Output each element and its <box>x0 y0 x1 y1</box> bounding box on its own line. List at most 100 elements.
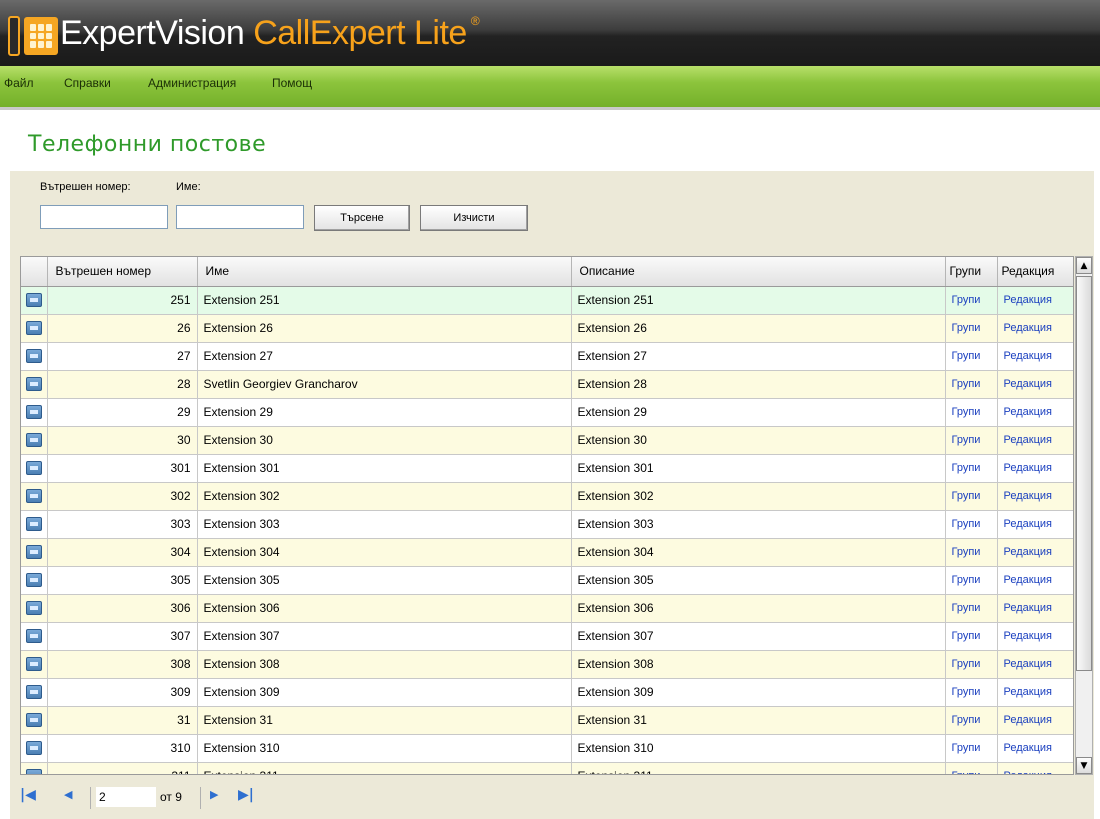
prev-page-icon[interactable]: ◀ <box>64 788 72 801</box>
groups-link[interactable]: Групи <box>945 314 998 343</box>
edit-link[interactable]: Редакция <box>997 426 1073 455</box>
cell-ext-number: 26 <box>47 314 198 343</box>
groups-link[interactable]: Групи <box>945 566 998 595</box>
cell-description: Extension 28 <box>571 370 946 399</box>
table-row[interactable]: 30 Extension 30 Extension 30 Групи Редакция <box>21 426 1073 455</box>
cell-description: Extension 307 <box>571 622 946 651</box>
row-phone-icon <box>21 314 48 343</box>
groups-link[interactable]: Групи <box>945 678 998 707</box>
groups-link[interactable]: Групи <box>945 342 998 371</box>
menu-administration[interactable]: Администрация <box>148 76 236 90</box>
row-phone-icon <box>21 678 48 707</box>
groups-link[interactable]: Групи <box>945 398 998 427</box>
scroll-thumb[interactable] <box>1076 276 1092 671</box>
clear-button[interactable]: Изчисти <box>420 205 528 231</box>
next-page-icon[interactable]: ▶ <box>210 788 218 801</box>
last-page-icon[interactable]: ▶| <box>238 787 254 803</box>
groups-link[interactable]: Групи <box>945 370 998 399</box>
edit-link[interactable]: Редакция <box>997 762 1073 774</box>
table-row[interactable]: 311Extension 311Extension 311ГрупиРедакц… <box>21 762 1073 774</box>
page-number-input[interactable] <box>96 787 156 807</box>
edit-link[interactable]: Редакция <box>997 286 1073 315</box>
groups-link[interactable]: Групи <box>945 762 998 774</box>
row-phone-icon <box>21 370 48 399</box>
edit-link[interactable]: Редакция <box>997 482 1073 511</box>
row-phone-icon <box>21 510 48 539</box>
col-groups[interactable]: Групи <box>945 257 998 287</box>
edit-link[interactable]: Редакция <box>997 454 1073 483</box>
table-row[interactable]: 306 Extension 306 Extension 306 Групи Редакц… <box>21 594 1073 623</box>
table-row[interactable]: 302 Extension 302 Extension 302 Групи Редакц… <box>21 482 1073 511</box>
cell-name: Extension 308 <box>197 650 572 679</box>
row-phone-icon <box>21 622 48 651</box>
name-input[interactable] <box>176 205 304 229</box>
edit-link[interactable]: Редакция <box>997 678 1073 707</box>
edit-link[interactable]: Редакция <box>997 566 1073 595</box>
table-row[interactable]: 251 Extension 251 Extension 251 Групи Редакц… <box>21 286 1073 315</box>
col-description[interactable]: Описание <box>571 257 946 287</box>
groups-link[interactable]: Групи <box>945 734 998 763</box>
table-row[interactable]: 29 Extension 29 Extension 29 Групи Редакция <box>21 398 1073 427</box>
groups-link[interactable]: Групи <box>945 650 998 679</box>
groups-link[interactable]: Групи <box>945 622 998 651</box>
cell-name: Extension 304 <box>197 538 572 567</box>
col-edit[interactable]: Редакция <box>997 257 1073 287</box>
edit-link[interactable]: Редакция <box>997 510 1073 539</box>
edit-link[interactable]: Редакция <box>997 734 1073 763</box>
cell-description: Extension 29 <box>571 398 946 427</box>
edit-link[interactable]: Редакция <box>997 314 1073 343</box>
groups-link[interactable]: Групи <box>945 482 998 511</box>
phone-icon <box>25 741 42 756</box>
edit-link[interactable]: Редакция <box>997 538 1073 567</box>
edit-link[interactable]: Редакция <box>997 594 1073 623</box>
first-page-icon[interactable]: |◀ <box>20 787 36 803</box>
table-row[interactable]: 304 Extension 304 Extension 304 Групи Редакц… <box>21 538 1073 567</box>
edit-link[interactable]: Редакция <box>997 706 1073 735</box>
row-phone-icon <box>21 482 48 511</box>
table-row[interactable]: 308 Extension 308 Extension 308 Групи Редакц… <box>21 650 1073 679</box>
edit-link[interactable]: Редакция <box>997 622 1073 651</box>
table-row[interactable]: 307 Extension 307 Extension 307 Групи Редакц… <box>21 622 1073 651</box>
table-row[interactable]: 310 Extension 310 Extension 310 Групи Редакц… <box>21 734 1073 763</box>
table-row[interactable]: 26 Extension 26 Extension 26 Групи Редакция <box>21 314 1073 343</box>
edit-link[interactable]: Редакция <box>997 398 1073 427</box>
cell-ext-number: 301 <box>47 454 198 483</box>
groups-link[interactable]: Групи <box>945 594 998 623</box>
scroll-down-icon[interactable]: ▼ <box>1076 757 1092 774</box>
cell-name: Extension 30 <box>197 426 572 455</box>
edit-link[interactable]: Редакция <box>997 650 1073 679</box>
cell-name: Extension 27 <box>197 342 572 371</box>
table-row[interactable]: 305 Extension 305 Extension 305 Групи Редакц… <box>21 566 1073 595</box>
table-row[interactable]: 303 Extension 303 Extension 303 Групи Редакц… <box>21 510 1073 539</box>
ext-number-input[interactable] <box>40 205 168 229</box>
table-row[interactable]: 28 Svetlin Georgiev Grancharov Extension 2… <box>21 370 1073 399</box>
phone-icon <box>25 517 42 532</box>
groups-link[interactable]: Групи <box>945 454 998 483</box>
menu-reports[interactable]: Справки <box>64 76 111 90</box>
table-row[interactable]: 31 Extension 31 Extension 31 Групи Редакция <box>21 706 1073 735</box>
row-phone-icon <box>21 566 48 595</box>
edit-link[interactable]: Редакция <box>997 370 1073 399</box>
row-phone-icon <box>21 342 48 371</box>
search-button[interactable]: Търсене <box>314 205 410 231</box>
table-row[interactable]: 309 Extension 309 Extension 309 Групи Редакц… <box>21 678 1073 707</box>
menu-help[interactable]: Помощ <box>272 76 312 90</box>
edit-link[interactable]: Редакция <box>997 342 1073 371</box>
phone-icon <box>25 433 42 448</box>
scroll-up-icon[interactable]: ▲ <box>1076 257 1092 274</box>
menu-file[interactable]: Файл <box>4 76 34 90</box>
groups-link[interactable]: Групи <box>945 706 998 735</box>
cell-description: Extension 306 <box>571 594 946 623</box>
table-row[interactable]: 301 Extension 301 Extension 301 Групи Редакц… <box>21 454 1073 483</box>
groups-link[interactable]: Групи <box>945 286 998 315</box>
col-name[interactable]: Име <box>197 257 572 287</box>
col-ext-number[interactable]: Вътрешен номер <box>47 257 198 287</box>
groups-link[interactable]: Групи <box>945 426 998 455</box>
groups-link[interactable]: Групи <box>945 510 998 539</box>
grid-scrollbar[interactable]: ▲ ▼ <box>1075 256 1093 775</box>
groups-link[interactable]: Групи <box>945 538 998 567</box>
page-count-label: от 9 <box>160 790 182 804</box>
table-row[interactable]: 27 Extension 27 Extension 27 Групи Редакция <box>21 342 1073 371</box>
row-phone-icon <box>21 762 48 774</box>
cell-name: Extension 31 <box>197 706 572 735</box>
